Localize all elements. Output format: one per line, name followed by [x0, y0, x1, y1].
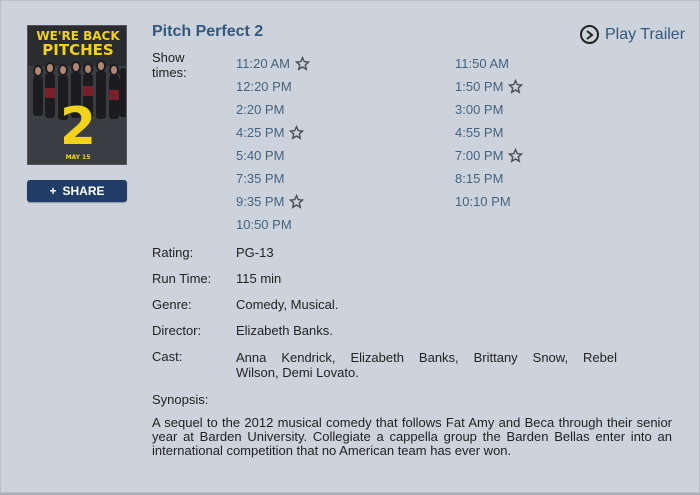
- showtime-item[interactable]: 7:00 PM: [455, 144, 524, 167]
- showtime-item[interactable]: 8:15 PM: [455, 167, 524, 190]
- showtime-text: 12:20 PM: [236, 79, 292, 94]
- cast-value-line2: Wilson, Demi Lovato.: [236, 365, 359, 380]
- showtime-text: 11:20 AM: [236, 56, 290, 71]
- play-circle-icon: [580, 25, 599, 44]
- poster-date: MAY 15: [66, 154, 91, 161]
- showtime-text: 10:50 PM: [236, 217, 292, 232]
- showtime-item[interactable]: 2:20 PM: [236, 98, 311, 121]
- showtime-text: 5:40 PM: [236, 148, 285, 163]
- poster-art: WE'RE BACK PITCHES 2 MAY 15: [28, 26, 126, 164]
- showtime-item[interactable]: 1:50 PM: [455, 75, 524, 98]
- showtime-item[interactable]: 4:25 PM: [236, 121, 311, 144]
- rating-value: PG-13: [236, 245, 274, 260]
- showtime-item[interactable]: 3:00 PM: [455, 98, 524, 121]
- showtime-text: 4:25 PM: [236, 125, 285, 140]
- showtime-item[interactable]: 5:40 PM: [236, 144, 311, 167]
- rating-label: Rating:: [152, 245, 194, 260]
- genre-label: Genre:: [152, 297, 192, 312]
- showtime-item[interactable]: 4:55 PM: [455, 121, 524, 144]
- star-badge-icon: [288, 124, 305, 141]
- poster-number: 2: [60, 97, 96, 157]
- showtime-item[interactable]: 11:50 AM: [455, 52, 524, 75]
- showtimes-label: Show times:: [152, 50, 187, 80]
- showtime-item[interactable]: 10:10 PM: [455, 190, 524, 213]
- star-badge-icon: [294, 55, 311, 72]
- star-badge-icon: [288, 193, 305, 210]
- play-trailer-button[interactable]: Play Trailer: [580, 25, 685, 44]
- cast-value-line1: Anna Kendrick, Elizabeth Banks, Brittany…: [236, 350, 617, 365]
- showtime-text: 10:10 PM: [455, 194, 511, 209]
- genre-value: Comedy, Musical.: [236, 297, 339, 312]
- showtime-item[interactable]: 10:50 PM: [236, 213, 311, 236]
- movie-poster[interactable]: WE'RE BACK PITCHES 2 MAY 15: [27, 25, 127, 165]
- runtime-label: Run Time:: [152, 271, 212, 286]
- star-badge-icon: [507, 147, 524, 164]
- showtime-text: 8:15 PM: [455, 171, 504, 186]
- director-value: Elizabeth Banks.: [236, 323, 333, 338]
- showtime-item[interactable]: 12:20 PM: [236, 75, 311, 98]
- showtime-item[interactable]: 7:35 PM: [236, 167, 311, 190]
- runtime-value: 115 min: [236, 271, 282, 286]
- share-button-label: SHARE: [62, 184, 105, 198]
- showtime-text: 7:00 PM: [455, 148, 504, 163]
- showtime-text: 3:00 PM: [455, 102, 504, 117]
- showtime-text: 4:55 PM: [455, 125, 504, 140]
- showtime-text: 11:50 AM: [455, 56, 509, 71]
- synopsis-text: A sequel to the 2012 musical comedy that…: [152, 415, 672, 458]
- share-button[interactable]: + SHARE: [27, 180, 127, 202]
- showtimes-column-right: 11:50 AM 1:50 PM 3:00 PM 4:55 PM 7:00 PM 8:15…: [455, 52, 524, 213]
- synopsis-label: Synopsis:: [152, 392, 209, 407]
- poster-tagline-bottom: PITCHES: [42, 41, 113, 59]
- showtime-text: 2:20 PM: [236, 102, 285, 117]
- showtime-item[interactable]: 9:35 PM: [236, 190, 311, 213]
- play-trailer-label: Play Trailer: [605, 25, 686, 43]
- director-label: Director:: [152, 323, 202, 338]
- showtime-text: 9:35 PM: [236, 194, 285, 209]
- showtime-text: 7:35 PM: [236, 171, 285, 186]
- plus-icon: +: [49, 184, 57, 198]
- movie-title[interactable]: Pitch Perfect 2: [152, 23, 263, 41]
- showtimes-column-left: 11:20 AM 12:20 PM 2:20 PM 4:25 PM 5:40 PM 7:3…: [236, 52, 311, 236]
- cast-label: Cast:: [152, 349, 183, 364]
- showtime-text: 1:50 PM: [455, 79, 504, 94]
- star-badge-icon: [507, 78, 524, 95]
- movie-panel: WE'RE BACK PITCHES 2 MAY 15 + SHARE Pitc…: [0, 0, 700, 493]
- showtime-item[interactable]: 11:20 AM: [236, 52, 311, 75]
